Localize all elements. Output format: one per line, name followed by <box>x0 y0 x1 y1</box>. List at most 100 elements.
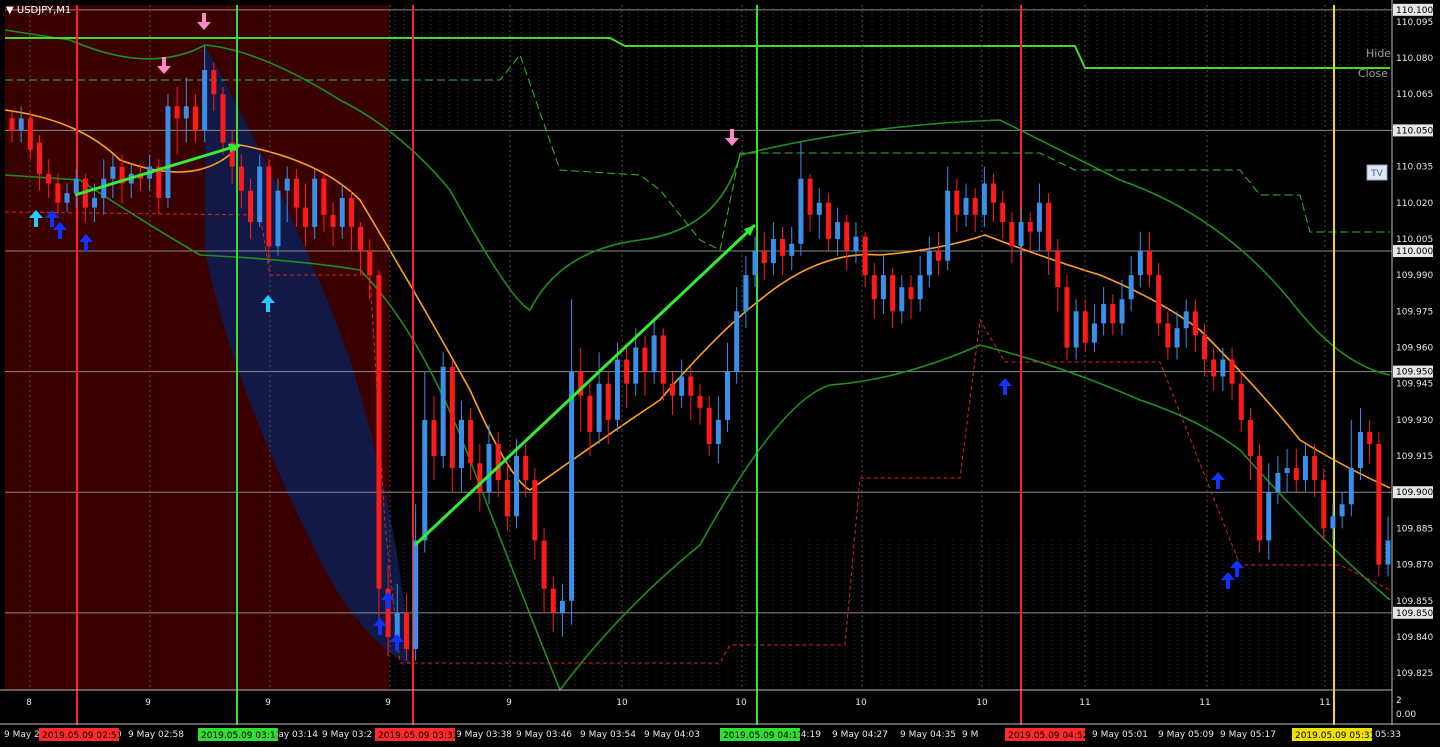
candle-body <box>37 142 43 174</box>
candle-body <box>752 251 758 276</box>
candle-body <box>596 383 602 432</box>
candle-body <box>202 70 208 131</box>
candle-body <box>1156 275 1162 324</box>
sub-window-label: 9 <box>506 698 512 708</box>
candle-body <box>1284 468 1290 473</box>
candle-body <box>697 395 703 408</box>
time-label: 9 May 03:2 <box>322 730 372 740</box>
sub-window-label: 10 <box>855 698 867 708</box>
chart-canvas[interactable]: 110.095110.080110.065110.035110.020110.0… <box>0 0 1440 747</box>
candle-body <box>1330 516 1336 529</box>
candle-body <box>715 419 721 444</box>
candle-body <box>605 383 611 420</box>
time-label: 9 May 04:03 <box>644 730 700 740</box>
candle-body <box>844 222 850 252</box>
time-tag-label: 2019.05.09 05:31 <box>1295 731 1375 741</box>
candle-body <box>614 359 620 420</box>
candle-body <box>945 190 951 261</box>
candle-body <box>1055 251 1061 288</box>
candle-body <box>431 419 437 457</box>
candle-body <box>1119 299 1125 324</box>
candle-body <box>1275 472 1281 493</box>
candle-body <box>1357 431 1363 469</box>
candle-body <box>825 202 831 239</box>
candle-body <box>403 612 409 649</box>
sub-window-label: 10 <box>616 698 628 708</box>
price-label-highlight: 109.900 <box>1396 488 1433 498</box>
candle-body <box>1137 251 1143 276</box>
candle-body <box>770 238 776 264</box>
candle-body <box>963 197 969 215</box>
tv-button-label: TV <box>1370 169 1383 179</box>
buy-arrow-icon <box>1211 472 1225 489</box>
time-label: 9 May 03:38 <box>456 730 512 740</box>
candle-body <box>211 70 217 95</box>
candle-body <box>835 222 841 239</box>
candle-body <box>679 376 685 396</box>
candle-body <box>743 275 749 312</box>
candle-body <box>1046 202 1052 252</box>
candle-body <box>413 540 419 649</box>
candle-body <box>1312 456 1318 481</box>
candle-body <box>27 118 33 150</box>
time-label: 9 May 05:09 <box>1158 730 1214 740</box>
price-label: 109.945 <box>1396 380 1433 390</box>
candle-body <box>468 419 474 464</box>
price-label: 110.005 <box>1396 235 1433 245</box>
candle-body <box>9 118 15 131</box>
candle-body <box>936 251 942 261</box>
sub-window-label: 11 <box>1079 698 1090 708</box>
candle-body <box>458 419 464 469</box>
candle-body <box>46 173 52 184</box>
candle-body <box>880 275 886 300</box>
triangle-down-icon[interactable]: ▼ <box>6 5 14 16</box>
candle-body <box>807 178 813 215</box>
candle-body <box>798 178 804 244</box>
candle-body <box>376 275 382 589</box>
candle-body <box>1238 383 1244 420</box>
time-label: 9 May 2 <box>4 730 40 740</box>
price-label: 109.825 <box>1396 669 1433 679</box>
candle-body <box>991 183 997 203</box>
candle-body <box>1101 304 1107 324</box>
candle-body <box>284 178 290 191</box>
price-label: 109.915 <box>1396 452 1433 462</box>
tv-button[interactable]: TV <box>1366 164 1388 181</box>
candle-body <box>789 243 795 256</box>
candle-body <box>312 178 318 227</box>
hide-button[interactable]: Hide <box>1366 47 1391 60</box>
price-label: 110.065 <box>1396 90 1433 100</box>
time-label: 9 M <box>962 730 978 740</box>
candle-body <box>642 347 648 372</box>
candle-body <box>780 238 786 256</box>
time-label: 9 May 02:58 <box>128 730 184 740</box>
candle-body <box>220 94 226 143</box>
close-button[interactable]: Close <box>1358 67 1388 80</box>
sub-axis-label: 0.00 <box>1396 710 1416 720</box>
candle-body <box>165 106 171 198</box>
candle-body <box>569 371 575 601</box>
price-label: 109.990 <box>1396 271 1433 281</box>
candle-body <box>550 588 556 613</box>
sub-window-label: 9 <box>385 698 391 708</box>
sub-window-label: 9 <box>145 698 151 708</box>
candle-body <box>587 395 593 432</box>
time-label: 05:33 <box>1375 730 1401 740</box>
candle-body <box>1376 443 1382 565</box>
candle-body <box>110 166 116 179</box>
candle-body <box>174 106 180 119</box>
candle-body <box>1367 431 1373 444</box>
candle-body <box>1192 311 1198 336</box>
price-label-highlight: 109.950 <box>1396 368 1433 378</box>
time-tag-label: 2019.05.09 02:51 <box>42 731 122 741</box>
candle-body <box>523 456 529 481</box>
sub-axis-label: 2 <box>1396 696 1402 706</box>
chart-title: ▼ USDJPY,M1 <box>6 5 71 16</box>
candle-body <box>651 335 657 372</box>
candle-body <box>92 197 98 208</box>
price-label: 110.080 <box>1396 54 1433 64</box>
time-label: 9 May 04:35 <box>900 730 956 740</box>
candle-body <box>890 275 896 312</box>
price-label: 110.035 <box>1396 163 1433 173</box>
candle-body <box>1110 304 1116 324</box>
